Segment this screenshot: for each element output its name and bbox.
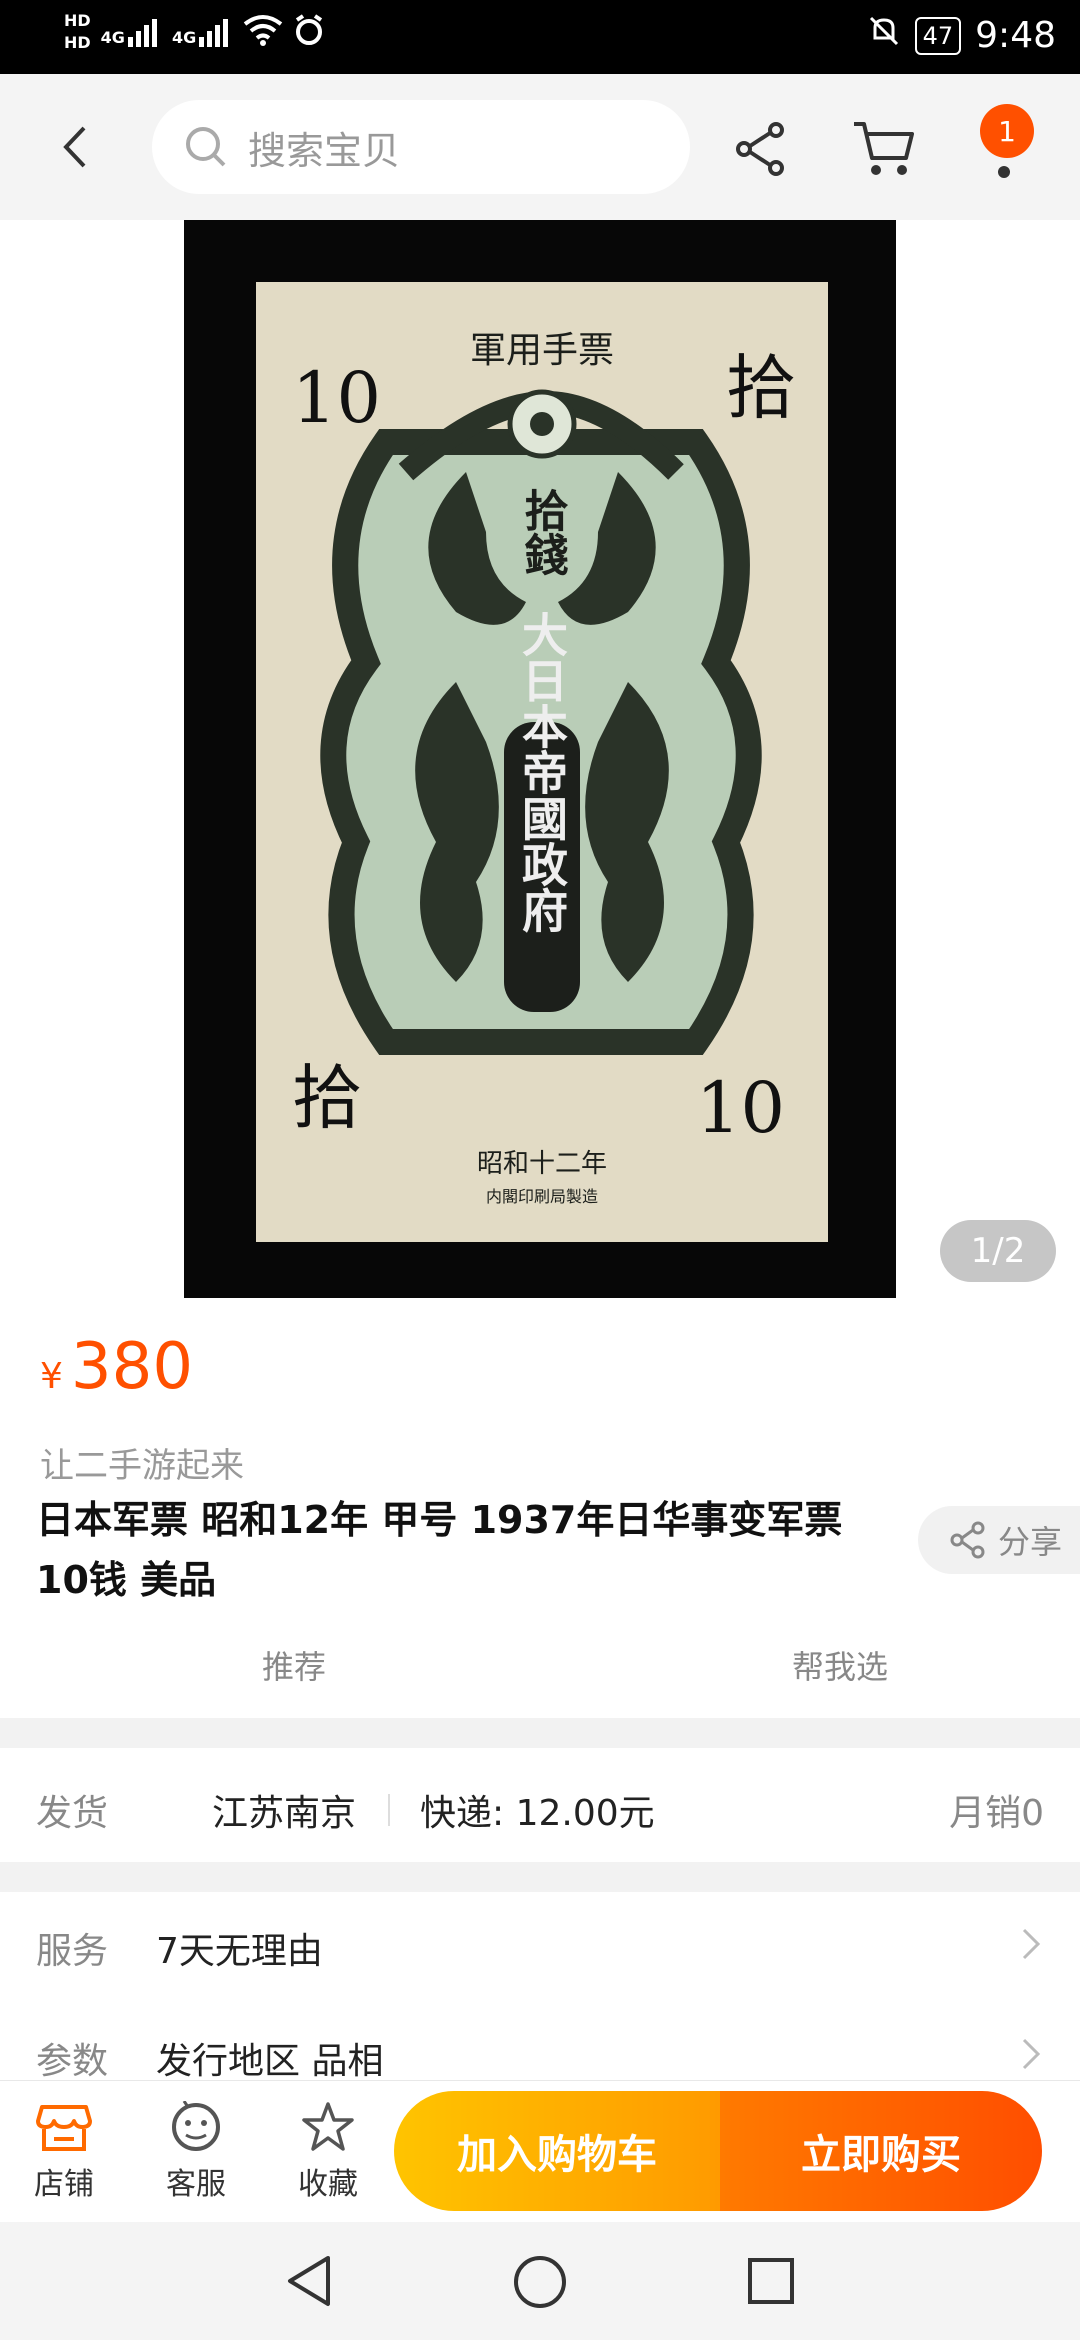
clock: 9:48 — [975, 15, 1056, 56]
banknote-era: 昭和十二年 — [477, 1149, 607, 1179]
chevron-right-icon — [1022, 2038, 1041, 2070]
cart-icon — [854, 122, 914, 175]
hd-indicator: HD HD — [64, 10, 91, 54]
service-section: 服务 7天无理由 参数 发行地区 品相 — [0, 1892, 1080, 2092]
share-label: 分享 — [998, 1523, 1063, 1561]
signal-icon-2: 4G — [172, 17, 233, 47]
hd-label-1: HD — [64, 11, 91, 30]
search-input[interactable]: 搜索宝贝 — [152, 100, 690, 194]
notification-badge: 1 — [980, 104, 1034, 158]
price-value: 380 — [70, 1330, 194, 1404]
network-type-2: 4G — [171, 28, 197, 47]
product-gallery[interactable]: 大日本帝國政府 拾錢 軍用手票 10 拾 拾 10 昭和十二年 内閣印刷局製造 … — [0, 220, 1080, 1300]
divider — [388, 1794, 390, 1826]
gallery-pager: 1/2 — [940, 1220, 1056, 1282]
system-navigation-bar — [0, 2222, 1080, 2340]
signal-icon: 4G — [101, 17, 162, 47]
tab-recommend[interactable]: 推荐 — [262, 1642, 326, 1688]
more-menu-button[interactable]: 1 — [968, 104, 1038, 194]
banknote-center-text: 拾錢 — [517, 488, 569, 576]
share-icon — [736, 122, 784, 176]
banknote: 大日本帝國政府 拾錢 軍用手票 10 拾 拾 10 昭和十二年 内閣印刷局製造 — [256, 282, 828, 1242]
tab-help-me-choose[interactable]: 帮我选 — [792, 1642, 888, 1688]
params-label: 参数 — [36, 2041, 109, 2082]
chat-face-icon — [172, 2101, 220, 2151]
star-icon — [302, 2102, 354, 2151]
customer-service-button[interactable]: 客服 — [146, 2101, 246, 2211]
share-product-button[interactable]: 分享 — [918, 1506, 1080, 1574]
nav-back-icon[interactable] — [284, 2254, 334, 2308]
add-to-cart-button[interactable]: 加入购物车 — [394, 2091, 720, 2211]
customer-service-label: 客服 — [166, 2167, 226, 2202]
chevron-right-icon — [1022, 1928, 1041, 1960]
shipping-row: 发货 江苏南京 快递: 12.00元 月销0 — [0, 1748, 1080, 1862]
wifi-icon — [243, 14, 283, 51]
shipping-origin: 江苏南京 — [212, 1793, 357, 1834]
shipping-fee: 快递: 12.00元 — [420, 1793, 655, 1834]
cart-button[interactable] — [850, 116, 920, 182]
banknote-denom-top-left: 10 — [292, 357, 381, 439]
banknote-header: 軍用手票 — [470, 330, 614, 371]
banknote-denom-top-right: 拾 — [726, 347, 796, 429]
banknote-vertical-text: 大日本帝國政府 — [515, 611, 569, 933]
currency-symbol: ¥ — [40, 1356, 63, 1397]
share-button[interactable] — [728, 116, 794, 182]
service-label: 服务 — [36, 1931, 109, 1972]
shop-icon — [36, 2105, 92, 2151]
back-button[interactable] — [40, 112, 110, 182]
back-icon — [63, 126, 86, 168]
search-icon — [186, 127, 226, 167]
banknote-denom-bottom-left: 拾 — [292, 1057, 362, 1139]
alarm-icon — [293, 13, 325, 51]
favorite-button[interactable]: 收藏 — [278, 2101, 378, 2211]
hd-label-2: HD — [64, 33, 91, 52]
share-icon — [950, 1521, 985, 1559]
more-icon — [998, 166, 1010, 178]
shipping-label: 发货 — [36, 1793, 109, 1834]
banknote-denom-bottom-right: 10 — [696, 1067, 785, 1149]
params-row[interactable]: 参数 发行地区 品相 — [0, 2002, 1080, 2092]
params-value: 发行地区 品相 — [156, 2041, 384, 2082]
buy-now-button[interactable]: 立即购买 — [720, 2091, 1042, 2211]
monthly-sales: 月销0 — [949, 1793, 1044, 1834]
top-nav: 搜索宝贝 1 — [0, 74, 1080, 220]
shop-button[interactable]: 店铺 — [14, 2101, 114, 2211]
shop-label: 店铺 — [34, 2167, 94, 2202]
slogan: 让二手游起来 — [40, 1446, 244, 1486]
status-bar: HD HD 4G 4G 47 9:48 — [0, 0, 1080, 74]
bottom-action-bar: 店铺 客服 收藏 加入购物车 立即购买 — [0, 2080, 1080, 2222]
banknote-illustration: 大日本帝國政府 拾錢 軍用手票 10 拾 拾 10 昭和十二年 内閣印刷局製造 — [256, 282, 828, 1242]
service-row[interactable]: 服务 7天无理由 — [0, 1892, 1080, 1992]
product-info: ¥ 380 让二手游起来 日本军票 昭和12年 甲号 1937年日华事变军票10… — [0, 1300, 1080, 1718]
mute-bell-icon — [867, 14, 901, 57]
nav-recents-icon[interactable] — [746, 2256, 796, 2306]
battery-icon: 47 — [914, 16, 962, 55]
product-image[interactable]: 大日本帝國政府 拾錢 軍用手票 10 拾 拾 10 昭和十二年 内閣印刷局製造 — [184, 220, 896, 1298]
service-value: 7天无理由 — [156, 1931, 323, 1972]
price: ¥ 380 — [40, 1330, 193, 1404]
product-title: 日本军票 昭和12年 甲号 1937年日华事变军票10钱 美品 — [36, 1498, 843, 1602]
nav-home-icon[interactable] — [512, 2254, 568, 2310]
favorite-label: 收藏 — [298, 2167, 358, 2202]
search-placeholder: 搜索宝贝 — [248, 128, 401, 173]
banknote-printer: 内閣印刷局製造 — [486, 1187, 598, 1206]
network-type-1: 4G — [100, 28, 125, 47]
